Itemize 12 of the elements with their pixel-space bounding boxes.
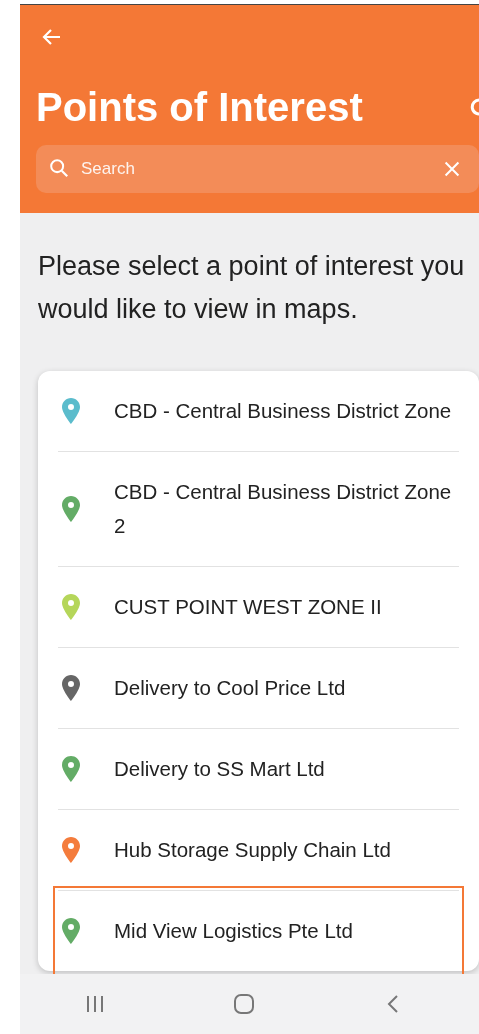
home-icon[interactable] — [232, 992, 257, 1016]
poi-list-item[interactable]: Delivery to SS Mart Ltd — [58, 729, 459, 810]
poi-list-item[interactable]: Hub Storage Supply Chain Ltd — [58, 810, 459, 891]
instruction-text: Please select a point of interest you would like to view in maps. — [38, 250, 466, 326]
poi-list-item[interactable]: Mid View Logistics Pte Ltd — [58, 891, 459, 971]
page-title: Points of Interest — [36, 84, 363, 130]
poi-list-item[interactable]: CUST POINT WEST ZONE II — [58, 567, 459, 648]
search-field[interactable]: Search — [36, 145, 479, 193]
poi-list-item[interactable]: CBD - Central Business District Zone 2 — [58, 452, 459, 567]
search-icon — [48, 157, 70, 179]
poi-list-item[interactable]: CBD - Central Business District Zone — [58, 371, 459, 452]
poi-list-item[interactable]: Delivery to Cool Price Ltd — [58, 648, 459, 729]
